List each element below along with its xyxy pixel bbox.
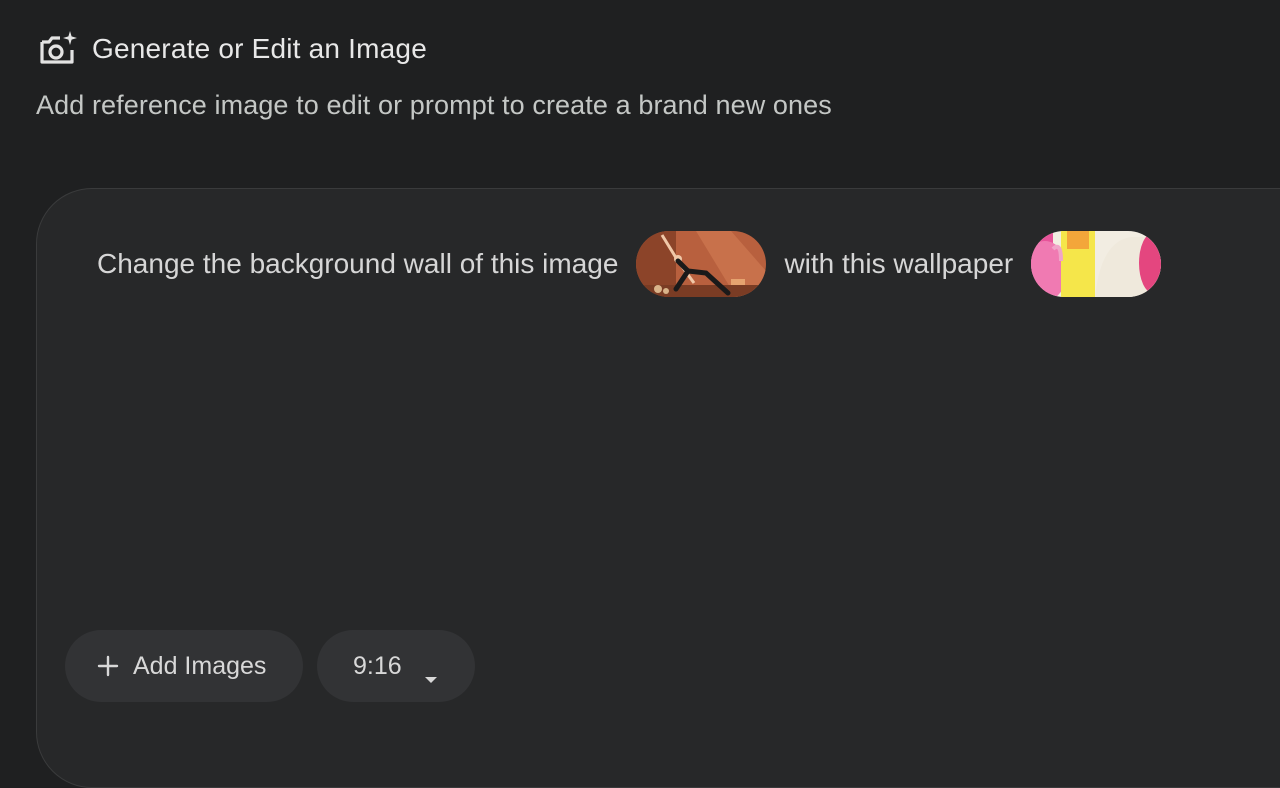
prompt-controls: Add Images 9:16 xyxy=(65,630,475,702)
prompt-text-part-1: Change the background wall of this image xyxy=(97,248,619,279)
aspect-ratio-value: 9:16 xyxy=(353,651,402,680)
plus-icon xyxy=(97,655,119,677)
reference-image-yoga-thumbnail[interactable] xyxy=(636,231,767,297)
camera-sparkle-icon xyxy=(36,28,78,70)
prompt-text-part-2: with this wallpaper xyxy=(784,248,1014,279)
page-title: Generate or Edit an Image xyxy=(92,33,427,64)
prompt-input-area[interactable]: Change the background wall of this image… xyxy=(36,188,1280,788)
add-images-label: Add Images xyxy=(133,651,267,680)
aspect-ratio-dropdown[interactable]: 9:16 xyxy=(317,630,475,702)
caret-down-icon xyxy=(424,662,438,683)
page-header: Generate or Edit an Image xyxy=(36,28,427,70)
reference-image-wallpaper-thumbnail[interactable] xyxy=(1031,231,1162,297)
prompt-content[interactable]: Change the background wall of this image… xyxy=(97,231,1179,297)
page-subtitle: Add reference image to edit or prompt to… xyxy=(36,90,832,120)
add-images-button[interactable]: Add Images xyxy=(65,630,303,702)
